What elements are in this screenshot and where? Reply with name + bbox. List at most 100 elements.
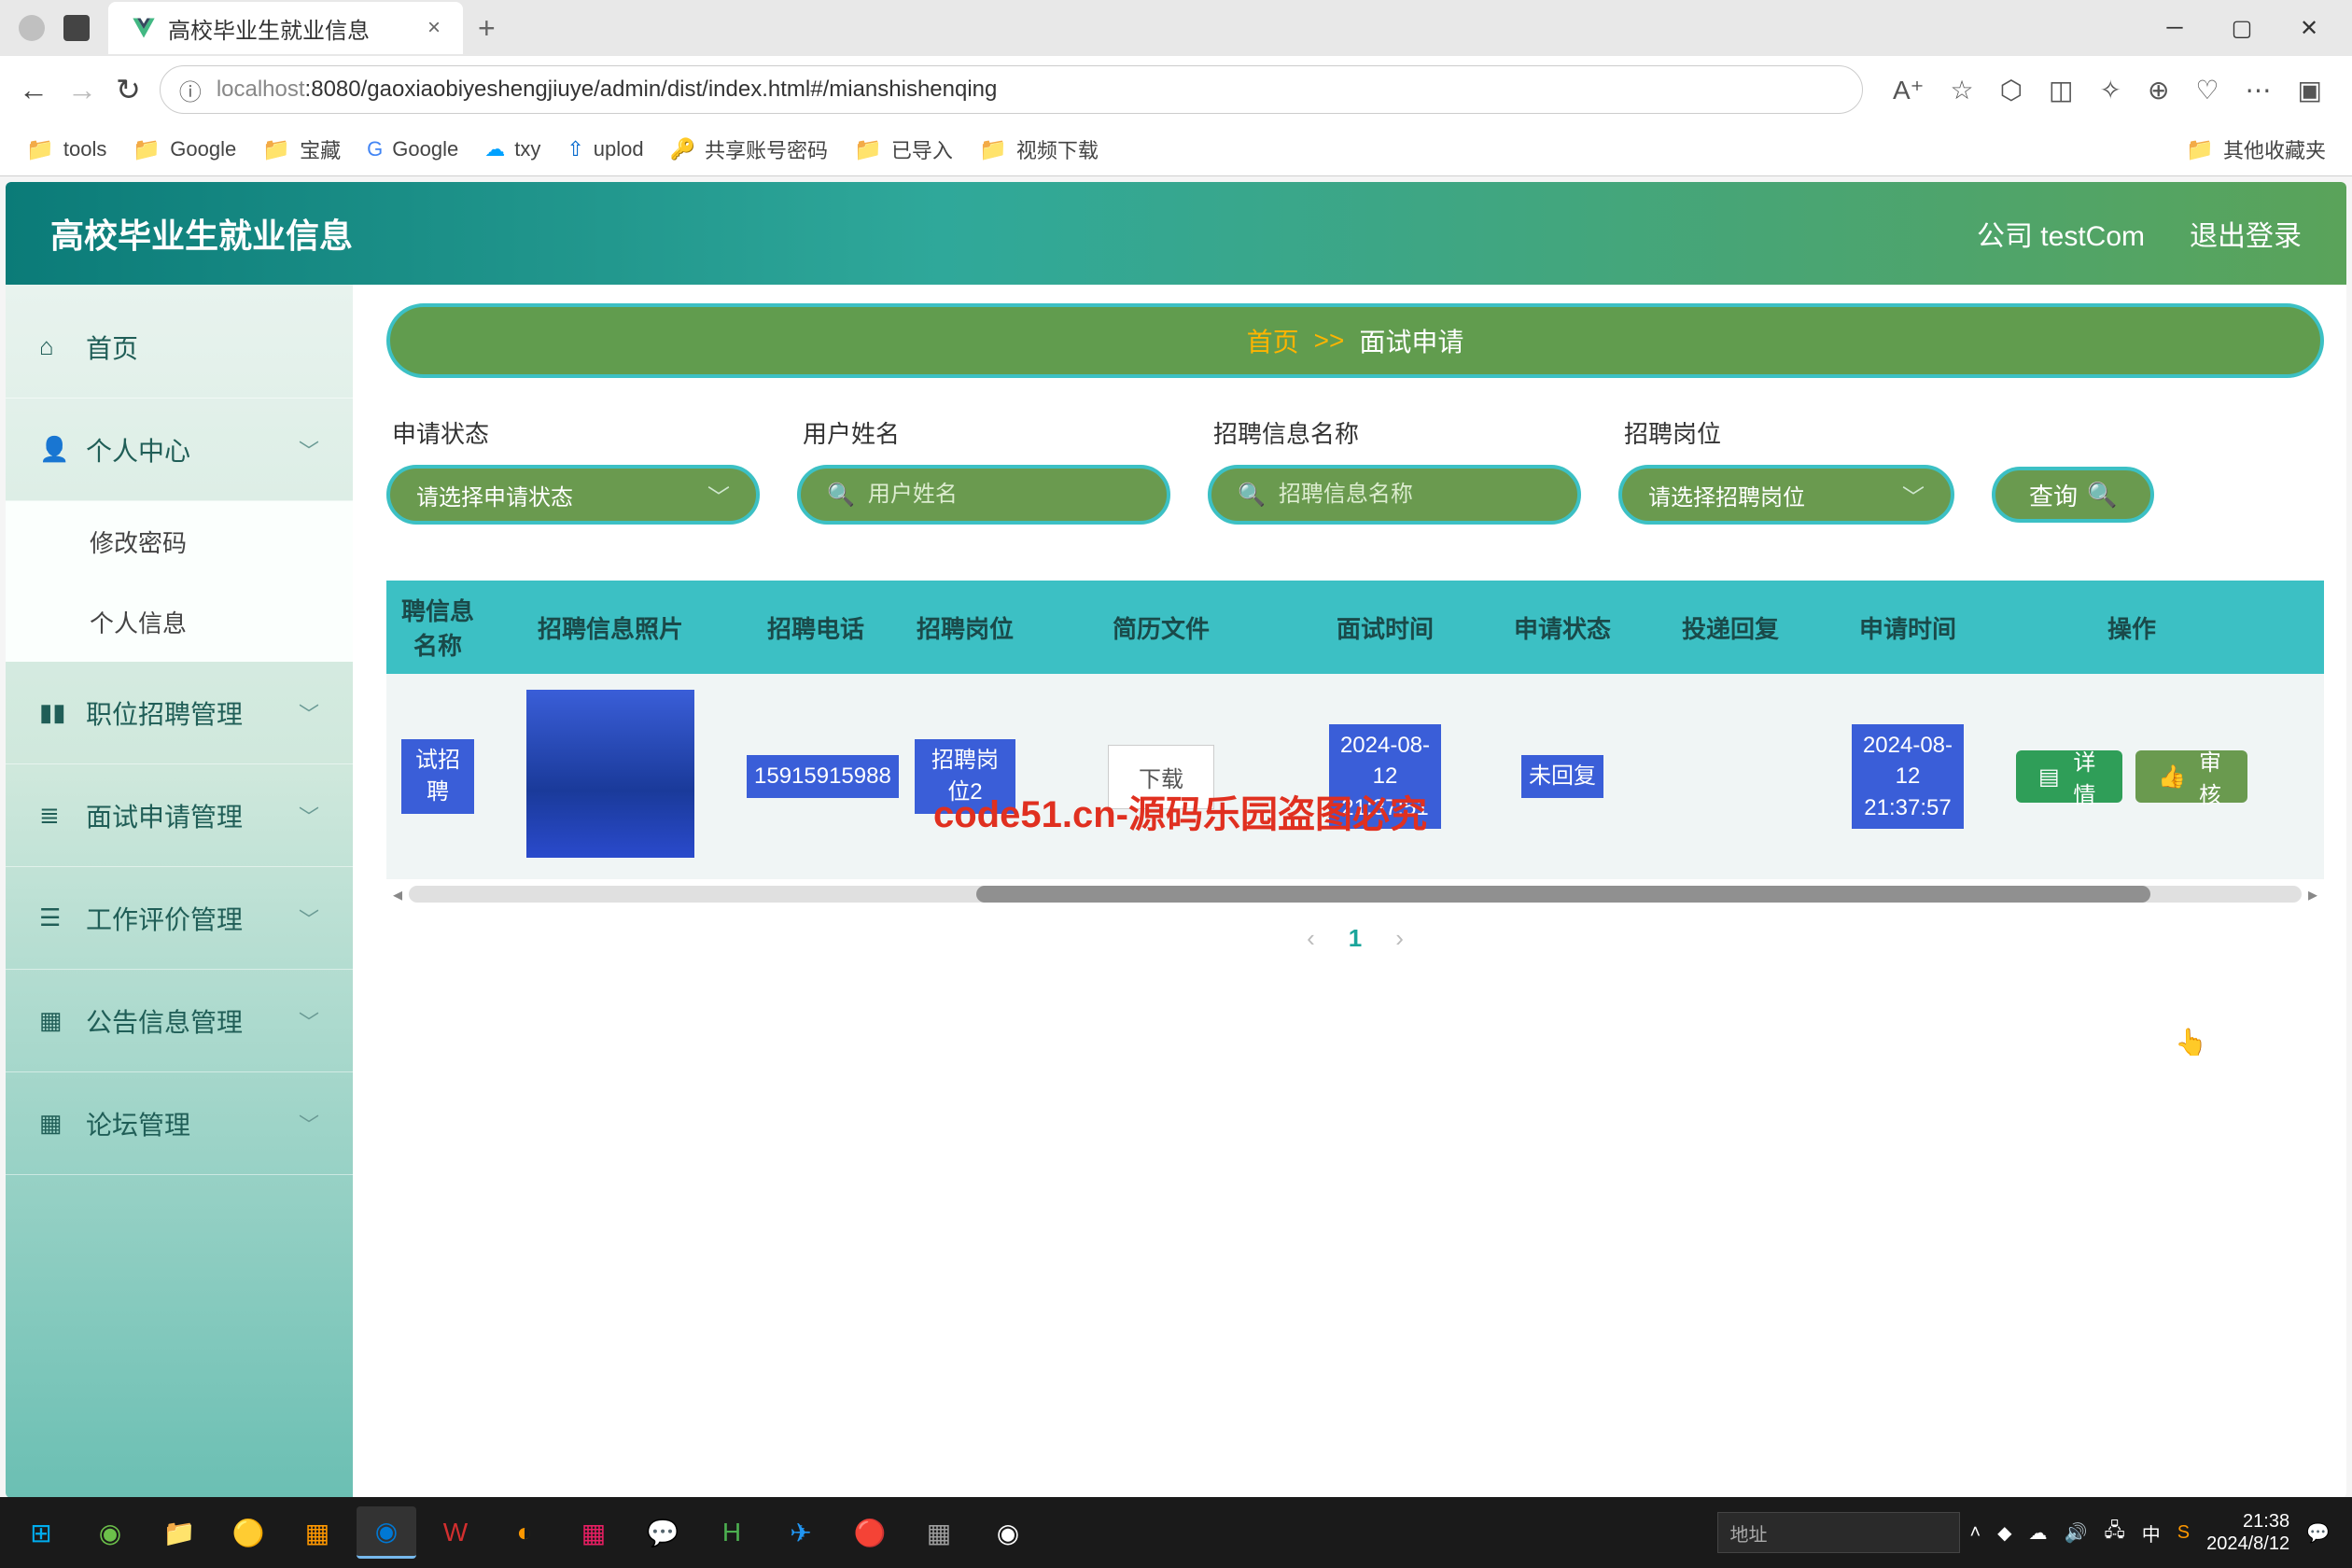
page-next-button[interactable]: ›	[1395, 924, 1404, 953]
bookmark-google1[interactable]: 📁Google	[133, 136, 236, 163]
scroll-right-icon[interactable]: ▸	[2302, 883, 2324, 906]
tray-cloud-icon[interactable]: ☁	[2029, 1521, 2048, 1545]
submenu-change-password[interactable]: 修改密码	[6, 501, 353, 581]
tb-app-4[interactable]: ▦	[909, 1506, 969, 1559]
tb-sublime[interactable]: ▦	[287, 1506, 347, 1559]
sidebar: ⌂ 首页 👤 个人中心 ﹀ 修改密码 个人信息 ▮▮ 职位招聘管理 ﹀ ≣ 面试…	[6, 285, 353, 1498]
notifications-icon[interactable]: 💬	[2306, 1521, 2330, 1545]
tb-explorer[interactable]: 📁	[149, 1506, 209, 1559]
search-icon: 🔍	[1238, 482, 1266, 509]
horizontal-scrollbar[interactable]: ◂ ▸	[386, 883, 2324, 905]
filter-status-select[interactable]: 请选择申请状态 ﹀	[386, 465, 760, 525]
tab-title: 高校毕业生就业信息	[168, 12, 416, 45]
minimize-icon[interactable]: ─	[2160, 13, 2190, 43]
taskbar-clock[interactable]: 21:38 2024/8/12	[2206, 1510, 2289, 1555]
filter-position-label: 招聘岗位	[1618, 415, 1954, 450]
page-prev-button[interactable]: ‹	[1307, 924, 1315, 953]
tb-app-3[interactable]: ✈	[771, 1506, 831, 1559]
profile-icon[interactable]	[19, 15, 45, 41]
downloads-icon[interactable]: ⊕	[2148, 75, 2169, 105]
bookmark-other[interactable]: 📁其他收藏夹	[2186, 134, 2326, 164]
scroll-track[interactable]	[409, 886, 2302, 903]
menu-icon[interactable]: ⋯	[2246, 75, 2272, 105]
tray-net-icon[interactable]: 🖧	[2104, 1517, 2124, 1548]
bookmark-google2[interactable]: GGoogle	[367, 137, 458, 161]
close-window-icon[interactable]: ✕	[2294, 13, 2324, 43]
address-row: ← → ↻ ⓘ localhost:8080/gaoxiaobiyeshengj…	[0, 56, 2352, 123]
tb-app-5[interactable]: ◉	[978, 1506, 1038, 1559]
split-icon[interactable]: ◫	[2049, 75, 2073, 105]
page-number[interactable]: 1	[1349, 924, 1362, 953]
job-photo-thumbnail[interactable]	[526, 690, 694, 858]
tb-app-2[interactable]: ◐	[495, 1506, 554, 1559]
download-button[interactable]: 下载	[1108, 745, 1214, 809]
bookmark-tools[interactable]: 📁tools	[26, 136, 106, 163]
bookmark-shared[interactable]: 🔑共享账号密码	[670, 134, 828, 164]
read-aloud-icon[interactable]: A⁺	[1893, 75, 1924, 105]
breadcrumb-sep: >>	[1314, 326, 1345, 356]
tb-chrome[interactable]: 🟡	[218, 1506, 278, 1559]
sidebar-icon[interactable]: ▣	[2298, 75, 2322, 105]
scroll-thumb[interactable]	[976, 886, 2149, 903]
address-bar[interactable]: ⓘ localhost:8080/gaoxiaobiyeshengjiuye/a…	[160, 65, 1863, 114]
maximize-icon[interactable]: ▢	[2227, 13, 2257, 43]
tb-hbuilder[interactable]: H	[702, 1506, 762, 1559]
sidebar-item-interview[interactable]: ≣ 面试申请管理 ﹀	[6, 764, 353, 867]
filter-user-label: 用户姓名	[797, 415, 1170, 450]
tb-edge[interactable]: ◉	[357, 1506, 416, 1559]
extensions-icon[interactable]: ⬡	[2000, 75, 2023, 105]
tb-wechat[interactable]: 💬	[633, 1506, 693, 1559]
tb-idea[interactable]: ▦	[564, 1506, 623, 1559]
th-actions: 操作	[2001, 610, 2262, 645]
start-button[interactable]: ⊞	[11, 1506, 71, 1559]
collections-icon[interactable]: ✧	[2099, 75, 2121, 105]
sidebar-item-jobmgmt[interactable]: ▮▮ 职位招聘管理 ﹀	[6, 662, 353, 764]
header-company[interactable]: 公司 testCom	[1977, 213, 2145, 254]
home-icon: ⌂	[39, 332, 67, 361]
tb-app-1[interactable]: ◉	[80, 1506, 140, 1559]
tab-close-icon[interactable]: ×	[427, 15, 441, 41]
bookmark-video[interactable]: 📁视频下载	[979, 134, 1099, 164]
tray-ime2-icon[interactable]: S	[2177, 1522, 2190, 1544]
detail-button[interactable]: ▤详情	[2016, 750, 2122, 803]
cell-position: 招聘岗位2	[915, 739, 1015, 813]
sidebar-item-notice[interactable]: ▦ 公告信息管理 ﹀	[6, 970, 353, 1072]
tray-up-icon[interactable]: ˄	[1969, 1522, 1981, 1544]
new-tab-button[interactable]: +	[478, 11, 496, 46]
tray-app-icon[interactable]: ◆	[1997, 1521, 2011, 1545]
table-header: 聘信息名称 招聘信息照片 招聘电话 招聘岗位 简历文件 面试时间 申请状态 投递…	[386, 581, 2324, 674]
sidebar-item-eval[interactable]: ☰ 工作评价管理 ﹀	[6, 867, 353, 970]
sidebar-item-forum[interactable]: ▦ 论坛管理 ﹀	[6, 1072, 353, 1175]
tray-sound-icon[interactable]: 🔊	[2065, 1521, 2088, 1545]
submenu-personal-info[interactable]: 个人信息	[6, 581, 353, 662]
th-reply: 投递回复	[1646, 610, 1814, 645]
scroll-left-icon[interactable]: ◂	[386, 883, 409, 906]
audit-button[interactable]: 👍审核	[2135, 750, 2247, 803]
workspaces-icon[interactable]	[63, 15, 90, 41]
filter-user-input[interactable]: 🔍	[797, 465, 1170, 525]
bookmark-imported[interactable]: 📁已导入	[854, 134, 953, 164]
bookmark-treasure[interactable]: 📁宝藏	[262, 134, 341, 164]
site-info-icon[interactable]: ⓘ	[179, 74, 202, 106]
filter-position-select[interactable]: 请选择招聘岗位 ﹀	[1618, 465, 1954, 525]
refresh-button[interactable]: ↻	[116, 72, 141, 107]
header-logout[interactable]: 退出登录	[2190, 213, 2302, 254]
taskbar: ⊞ ◉ 📁 🟡 ▦ ◉ W ◐ ▦ 💬 H ✈ 🔴 ▦ ◉ 地址 ˄ ◆ ☁ 🔊…	[0, 1497, 2352, 1568]
bookmark-txy[interactable]: ☁txy	[484, 137, 540, 161]
browser-tab-active[interactable]: 高校毕业生就业信息 ×	[108, 2, 463, 54]
tray-ime[interactable]: 中	[2142, 1519, 2161, 1547]
sidebar-item-personal[interactable]: 👤 个人中心 ﹀	[6, 399, 353, 501]
filter-jobname-input[interactable]: 🔍	[1208, 465, 1581, 525]
tb-wps[interactable]: W	[426, 1506, 485, 1559]
system-tray[interactable]: ˄ ◆ ☁ 🔊 🖧 中 S 21:38 2024/8/12 💬	[1969, 1510, 2341, 1555]
filter-status-label: 申请状态	[386, 415, 760, 450]
breadcrumb-home[interactable]: 首页	[1247, 322, 1299, 359]
performance-icon[interactable]: ♡	[2195, 75, 2219, 105]
bookmark-uplod[interactable]: ⇧uplod	[567, 137, 643, 161]
tb-address-input[interactable]: 地址	[1717, 1512, 1960, 1553]
search-button[interactable]: 查询 🔍	[1992, 467, 2154, 523]
favorite-icon[interactable]: ☆	[1950, 75, 1973, 105]
sidebar-item-home[interactable]: ⌂ 首页	[6, 296, 353, 399]
back-button[interactable]: ←	[19, 73, 49, 107]
tb-chrome2[interactable]: 🔴	[840, 1506, 900, 1559]
